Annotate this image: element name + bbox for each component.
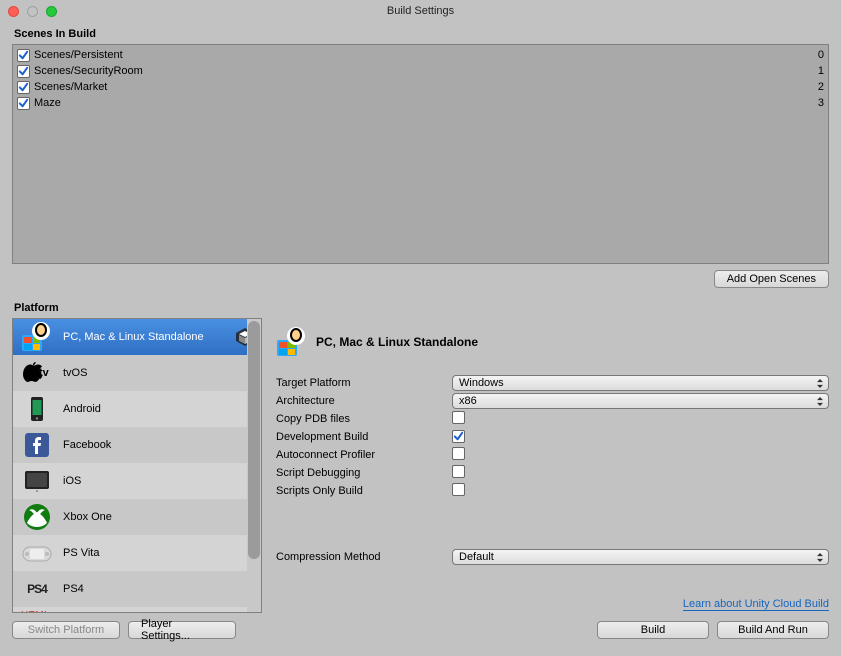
scenes-in-build-header: Scenes In Build: [0, 22, 841, 44]
window-title: Build Settings: [0, 5, 841, 17]
scene-index: 0: [818, 49, 824, 61]
build-button[interactable]: Build: [597, 621, 709, 639]
platform-item-psvita[interactable]: PS Vita: [13, 535, 261, 571]
scene-name: Maze: [34, 97, 818, 109]
platform-item-label: tvOS: [63, 367, 253, 379]
close-window-button[interactable]: [8, 6, 19, 17]
scripts-only-label: Scripts Only Build: [276, 485, 452, 497]
standalone-icon: [21, 321, 53, 353]
build-and-run-button[interactable]: Build And Run: [717, 621, 829, 639]
scripts-only-checkbox[interactable]: [452, 483, 465, 496]
footer: Switch Platform Player Settings... Build…: [0, 613, 841, 639]
window-controls: [0, 6, 57, 17]
architecture-label: Architecture: [276, 395, 452, 407]
scene-checkbox[interactable]: [17, 49, 30, 62]
platform-item-label: Xbox One: [63, 511, 253, 523]
dev-build-label: Development Build: [276, 431, 452, 443]
compression-select[interactable]: Default: [452, 549, 829, 565]
svg-text:tv: tv: [39, 367, 50, 379]
zoom-window-button[interactable]: [46, 6, 57, 17]
platform-item-android[interactable]: Android: [13, 391, 261, 427]
scene-index: 2: [818, 81, 824, 93]
copy-pdb-checkbox[interactable]: [452, 411, 465, 424]
platform-item-html[interactable]: HTML: [13, 607, 261, 613]
scene-index: 3: [818, 97, 824, 109]
architecture-select[interactable]: x86: [452, 393, 829, 409]
dev-build-checkbox[interactable]: [452, 430, 465, 443]
scrollbar-thumb[interactable]: [248, 321, 260, 559]
scene-row[interactable]: Scenes/Persistent 0: [17, 47, 824, 63]
target-platform-select[interactable]: Windows: [452, 375, 829, 391]
platform-item-label: PC, Mac & Linux Standalone: [63, 331, 253, 343]
platform-details: PC, Mac & Linux Standalone Target Platfo…: [276, 318, 829, 613]
player-settings-button[interactable]: Player Settings...: [128, 621, 236, 639]
scene-checkbox[interactable]: [17, 65, 30, 78]
platform-list[interactable]: PC, Mac & Linux Standalone tv tvOS Andro…: [12, 318, 262, 613]
scene-row[interactable]: Scenes/SecurityRoom 1: [17, 63, 824, 79]
platform-item-ps4[interactable]: PS4 PS4: [13, 571, 261, 607]
platform-item-label: HTML: [21, 610, 253, 614]
scene-name: Scenes/Persistent: [34, 49, 818, 61]
switch-platform-button[interactable]: Switch Platform: [12, 621, 120, 639]
scenes-list[interactable]: Scenes/Persistent 0 Scenes/SecurityRoom …: [12, 44, 829, 264]
platform-item-label: iOS: [63, 475, 253, 487]
platform-item-label: Facebook: [63, 439, 253, 451]
script-debug-checkbox[interactable]: [452, 465, 465, 478]
ios-icon: [21, 465, 53, 497]
autoconnect-label: Autoconnect Profiler: [276, 449, 452, 461]
xbox-icon: [21, 501, 53, 533]
scene-row[interactable]: Scenes/Market 2: [17, 79, 824, 95]
standalone-icon: [276, 326, 308, 358]
facebook-icon: [21, 429, 53, 461]
minimize-window-button[interactable]: [27, 6, 38, 17]
platform-item-label: PS Vita: [63, 547, 253, 559]
platform-item-label: Android: [63, 403, 253, 415]
platform-item-tvos[interactable]: tv tvOS: [13, 355, 261, 391]
script-debug-label: Script Debugging: [276, 467, 452, 479]
scene-checkbox[interactable]: [17, 81, 30, 94]
platform-item-standalone[interactable]: PC, Mac & Linux Standalone: [13, 319, 261, 355]
ps4-icon: PS4: [21, 573, 53, 605]
scene-name: Scenes/Market: [34, 81, 818, 93]
target-platform-label: Target Platform: [276, 377, 452, 389]
platform-header: Platform: [0, 296, 841, 318]
copy-pdb-label: Copy PDB files: [276, 413, 452, 425]
scene-row[interactable]: Maze 3: [17, 95, 824, 111]
psvita-icon: [21, 537, 53, 569]
platform-item-facebook[interactable]: Facebook: [13, 427, 261, 463]
titlebar: Build Settings: [0, 0, 841, 22]
scene-index: 1: [818, 65, 824, 77]
apple-tv-icon: tv: [21, 357, 53, 389]
platform-item-label: PS4: [63, 583, 253, 595]
compression-label: Compression Method: [276, 551, 452, 563]
autoconnect-checkbox[interactable]: [452, 447, 465, 460]
add-open-scenes-button[interactable]: Add Open Scenes: [714, 270, 829, 288]
cloud-build-link[interactable]: Learn about Unity Cloud Build: [683, 598, 829, 611]
scene-name: Scenes/SecurityRoom: [34, 65, 818, 77]
platform-item-xboxone[interactable]: Xbox One: [13, 499, 261, 535]
details-title: PC, Mac & Linux Standalone: [316, 335, 478, 349]
scene-checkbox[interactable]: [17, 97, 30, 110]
platform-item-ios[interactable]: iOS: [13, 463, 261, 499]
android-icon: [21, 393, 53, 425]
scrollbar[interactable]: [247, 319, 261, 612]
